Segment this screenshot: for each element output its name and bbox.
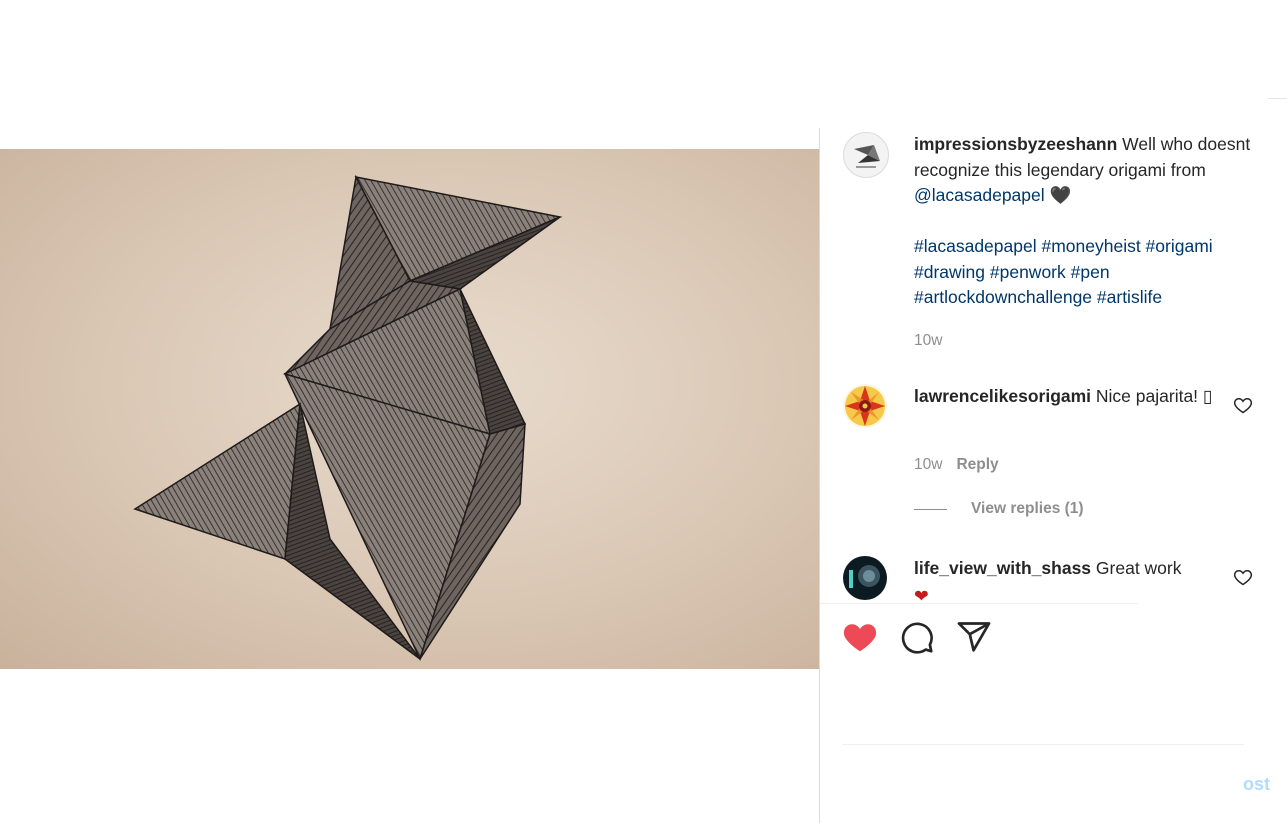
caption-timestamp: 10w	[914, 332, 943, 349]
view-replies-line	[914, 508, 947, 510]
mandala-icon	[845, 386, 885, 426]
comment-1-username[interactable]: lawrencelikesorigami	[914, 386, 1091, 406]
paper-plane-icon[interactable]	[956, 619, 992, 655]
photo-avatar-icon	[849, 565, 880, 588]
avatar-poster[interactable]	[843, 132, 889, 178]
actions-divider	[820, 603, 1138, 604]
post-comment-button[interactable]: ost	[1243, 774, 1270, 795]
avatar-commenter-1[interactable]	[843, 384, 887, 428]
comment-2-text: Great work	[1091, 558, 1182, 578]
view-replies-button[interactable]: View replies (1)	[914, 500, 1084, 518]
panel-divider	[819, 128, 820, 823]
comment-2-username[interactable]: life_view_with_shass	[914, 558, 1091, 578]
comment-box-divider	[842, 744, 1244, 745]
avatar-commenter-2[interactable]	[843, 556, 887, 600]
view-replies-label: View replies (1)	[971, 500, 1084, 517]
heart-filled-icon[interactable]	[842, 619, 878, 655]
origami-logo-icon	[854, 145, 880, 168]
caption-username[interactable]: impressionsbyzeeshann	[914, 134, 1117, 154]
post-image[interactable]	[0, 149, 819, 669]
comment-1-text: Nice pajarita! ▯	[1091, 386, 1213, 406]
caption: impressionsbyzeeshann Well who doesnt re…	[914, 132, 1259, 209]
caption-mention[interactable]: @lacasadepapel	[914, 185, 1045, 205]
comment-2: life_view_with_shass Great work ❤	[914, 556, 1214, 602]
comment-1-timestamp: 10w	[914, 456, 943, 473]
comment-1-reply-button[interactable]: Reply	[956, 456, 998, 473]
comment-icon[interactable]	[899, 619, 935, 655]
comment-1: lawrencelikesorigami Nice pajarita! ▯	[914, 384, 1214, 410]
caption-emoji: 🖤	[1044, 185, 1072, 205]
comment-1-meta: 10w Reply	[914, 456, 999, 474]
origami-drawing	[133, 174, 563, 662]
like-comment-1-heart-icon[interactable]	[1233, 395, 1253, 415]
like-comment-2-heart-icon[interactable]	[1233, 567, 1253, 587]
panel-top-border	[1268, 98, 1287, 99]
comment-2-emoji: ❤	[914, 585, 929, 603]
caption-hashtags[interactable]: #lacasadepapel #moneyheist #origami #dra…	[914, 234, 1259, 311]
